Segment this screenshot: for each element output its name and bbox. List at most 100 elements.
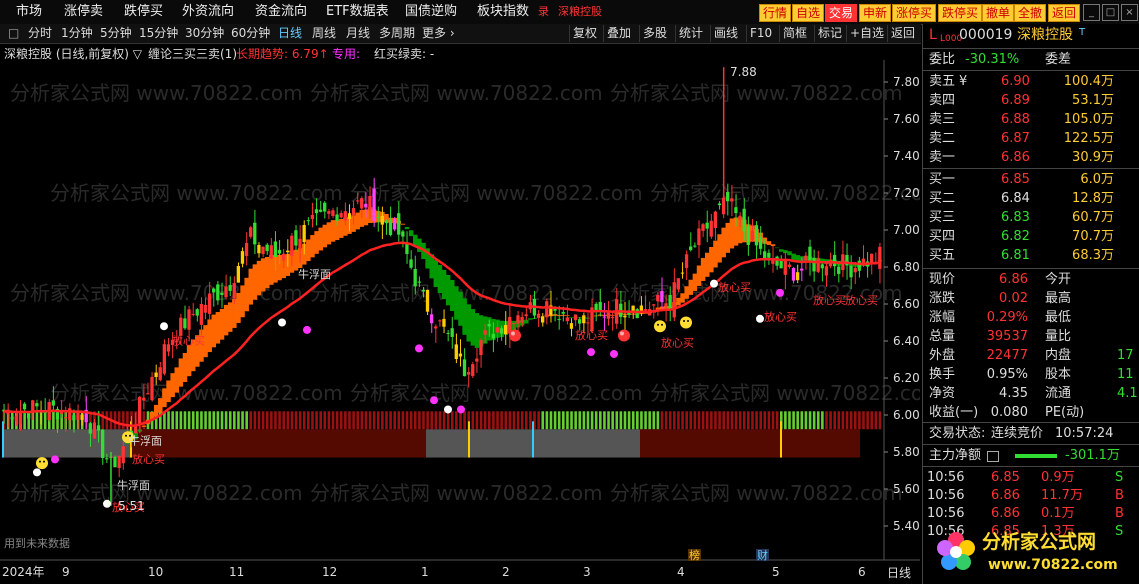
ask-level-4[interactable]: 卖四 6.89 53.1万 [923,91,1139,110]
period-multi[interactable]: 多周期 [379,25,415,42]
menu-repo[interactable]: 国债逆购 [405,3,457,21]
signal-dot [33,468,41,477]
btn-limit-down-buy[interactable]: 跌停买 [938,4,983,22]
tool-multi-stock[interactable]: 多股 [639,25,670,42]
candlestick [565,304,569,325]
candle-body [499,328,504,334]
top-menu-bar: 市场 涨停卖 跌停买 外资流向 资金流向 ETF数据表 国债逆购 板块指数 录 … [0,0,1139,25]
candlestick [409,250,413,270]
period-5min[interactable]: 5分钟 [100,25,132,42]
candle-body [684,254,689,269]
candle-body [306,220,310,222]
menu-foreign-flow[interactable]: 外资流向 [182,3,234,21]
candle-body [88,423,92,434]
tool-draw[interactable]: 画线 [710,25,741,42]
period-daily[interactable]: 日线 [278,25,302,42]
tool-back[interactable]: 返回 [887,25,918,42]
period-more[interactable]: 更多 › [422,25,455,42]
bid-level-2[interactable]: 买二 6.84 12.8万 [923,189,1139,208]
btn-quote[interactable]: 行情 [759,4,792,22]
stock-code[interactable]: 000019 [959,26,1012,45]
candle-body [643,309,648,311]
quote-label-2: 量比 [1045,329,1072,344]
candlestick [442,309,446,334]
toggle-icon[interactable]: □ [8,25,19,42]
tool-mark[interactable]: 标记 [814,25,845,42]
tool-adjust[interactable]: 复权 [569,25,600,42]
flow-icon[interactable] [987,451,999,462]
quote-label: 总量 [929,329,956,344]
btn-watchlist[interactable]: 自选 [792,4,825,22]
ask-level-3[interactable]: 卖三 6.88 105.0万 [923,110,1139,129]
period-30min[interactable]: 30分钟 [185,25,224,42]
watermark-text: 分析家公式网 www.70822.com [310,81,603,105]
btn-ipo[interactable]: 申新 [859,4,892,22]
tool-f10[interactable]: F10 [746,25,775,42]
candle-body [113,456,117,468]
btn-trade[interactable]: 交易 [825,4,858,22]
tool-add-watchlist[interactable]: +自选 [846,25,887,42]
candlestick [150,372,154,402]
candle-body [277,249,282,254]
bid-level-3[interactable]: 买三 6.83 60.7万 [923,208,1139,227]
bid-level-1[interactable]: 买一 6.85 6.0万 [923,170,1139,189]
ask-level-5[interactable]: 卖五 ¥6.90 100.4万 [923,72,1139,91]
btn-back-top[interactable]: 返回 [1048,4,1081,22]
candlestick-chart[interactable]: 分析家公式网 www.70822.com 分析家公式网 www.70822.com… [0,60,920,584]
period-1min[interactable]: 1分钟 [61,25,93,42]
menu-record[interactable]: 录 [538,3,549,21]
candle-body [656,294,660,302]
btn-cancel-all[interactable]: 全撤 [1014,4,1047,22]
candlestick [754,221,759,259]
tool-frame[interactable]: 简框 [779,25,810,42]
close-icon[interactable]: × [1121,4,1138,21]
candle-body [187,309,191,330]
tool-stats[interactable]: 统计 [675,25,706,42]
menu-market[interactable]: 市场 [16,3,42,21]
chart-annotation: 放心买 [718,280,751,294]
period-15min[interactable]: 15分钟 [139,25,178,42]
menu-limit-down-buy[interactable]: 跌停买 [124,3,163,21]
bid-label: 买一 [929,172,956,187]
x-tick-label: 1 [421,565,429,579]
menu-sector-index[interactable]: 板块指数 [477,3,529,21]
period-weekly[interactable]: 周线 [312,25,336,42]
period-60min[interactable]: 60分钟 [231,25,270,42]
bid-price: 6.81 [1001,248,1030,263]
stock-mark: T [1079,27,1086,38]
candle-body [545,301,549,318]
menu-etf-table[interactable]: ETF数据表 [326,3,389,21]
logo-text: 分析家公式网 [982,530,1096,553]
ask-level-2[interactable]: 卖二 6.87 122.5万 [923,129,1139,148]
y-tick-label: 6.20 [893,371,920,385]
stock-name[interactable]: 深粮控股 [1017,26,1073,45]
bid-level-4[interactable]: 买四 6.82 70.7万 [923,227,1139,246]
candle-body [726,191,730,202]
period-monthly[interactable]: 月线 [346,25,370,42]
tool-overlay[interactable]: 叠加 [603,25,634,42]
main-flow-value: -301.1万 [1065,448,1120,463]
minimize-icon[interactable]: _ [1083,4,1100,21]
menu-current-stock[interactable]: 深粮控股 [558,3,602,21]
flow-bar [1015,454,1057,458]
candlestick [602,302,606,331]
period-intraday[interactable]: 分时 [28,25,52,42]
quote-label: 换手 [929,367,956,382]
sub-block [2,429,132,458]
candle-body [121,446,125,464]
btn-cancel-order[interactable]: 撤单 [982,4,1015,22]
future-data-note: 用到未来数据 [4,536,70,550]
menu-capital-flow[interactable]: 资金流向 [255,3,307,21]
bid-level-5[interactable]: 买五 6.81 68.3万 [923,246,1139,265]
btn-limit-up-buy[interactable]: 涨停买 [892,4,937,22]
maximize-icon[interactable]: □ [1102,4,1119,21]
ask-level-1[interactable]: 卖一 6.86 30.9万 [923,148,1139,167]
menu-limit-up-sell[interactable]: 涨停卖 [64,3,103,21]
candlestick [746,216,750,256]
quote-value-2: 4.1 [1117,386,1138,401]
candle-body [405,243,409,254]
signal-dot [160,322,168,331]
x-tick-label: 2 [502,565,510,579]
candle-body [606,312,611,319]
candle-body [207,293,212,314]
